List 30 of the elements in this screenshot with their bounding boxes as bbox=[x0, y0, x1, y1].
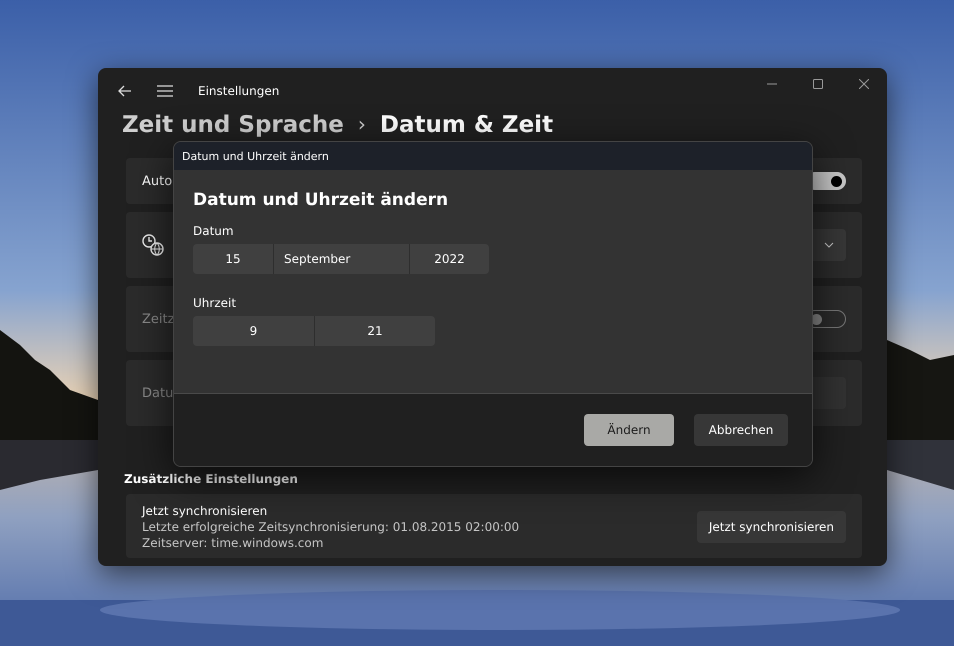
field-label: Datum bbox=[193, 224, 235, 238]
dialog-title: Datum und Uhrzeit ändern bbox=[182, 150, 329, 162]
back-arrow-icon[interactable] bbox=[118, 85, 132, 97]
apply-button[interactable]: Ändern bbox=[584, 414, 674, 446]
setting-label: Auto bbox=[142, 174, 172, 188]
sync-button[interactable]: Jetzt synchronisieren bbox=[696, 511, 846, 543]
day-picker[interactable]: 15 bbox=[193, 244, 273, 274]
setting-description: Zeitserver: time.windows.com bbox=[142, 536, 324, 550]
section-heading: Zusätzliche Einstellungen bbox=[124, 472, 298, 486]
breadcrumb-separator: › bbox=[358, 114, 366, 134]
year-picker[interactable]: 2022 bbox=[409, 244, 489, 274]
chevron-down-icon bbox=[824, 242, 834, 248]
setting-title: Jetzt synchronisieren bbox=[142, 504, 268, 518]
month-picker[interactable]: September bbox=[273, 244, 409, 274]
page-title: Datum & Zeit bbox=[380, 114, 554, 137]
close-icon[interactable] bbox=[859, 79, 869, 89]
setting-label: Datu bbox=[142, 386, 174, 400]
dialog-heading: Datum und Uhrzeit ändern bbox=[193, 190, 450, 210]
setting-label: Zeitz bbox=[142, 312, 174, 326]
cancel-button[interactable]: Abbrechen bbox=[694, 414, 788, 446]
breadcrumb-link[interactable]: Zeit und Sprache bbox=[122, 114, 344, 137]
field-label: Uhrzeit bbox=[193, 296, 238, 310]
window-title: Einstellungen bbox=[198, 84, 280, 98]
hour-picker[interactable]: 9 bbox=[193, 316, 314, 346]
setting-description: Letzte erfolgreiche Zeitsynchronisierung: 01.08.2015 02:00:00 bbox=[142, 520, 520, 534]
clock-globe-icon bbox=[142, 234, 164, 256]
minute-picker[interactable]: 21 bbox=[314, 316, 435, 346]
minimize-icon[interactable] bbox=[767, 83, 777, 85]
maximize-icon[interactable] bbox=[813, 79, 823, 89]
menu-icon[interactable] bbox=[157, 85, 173, 97]
